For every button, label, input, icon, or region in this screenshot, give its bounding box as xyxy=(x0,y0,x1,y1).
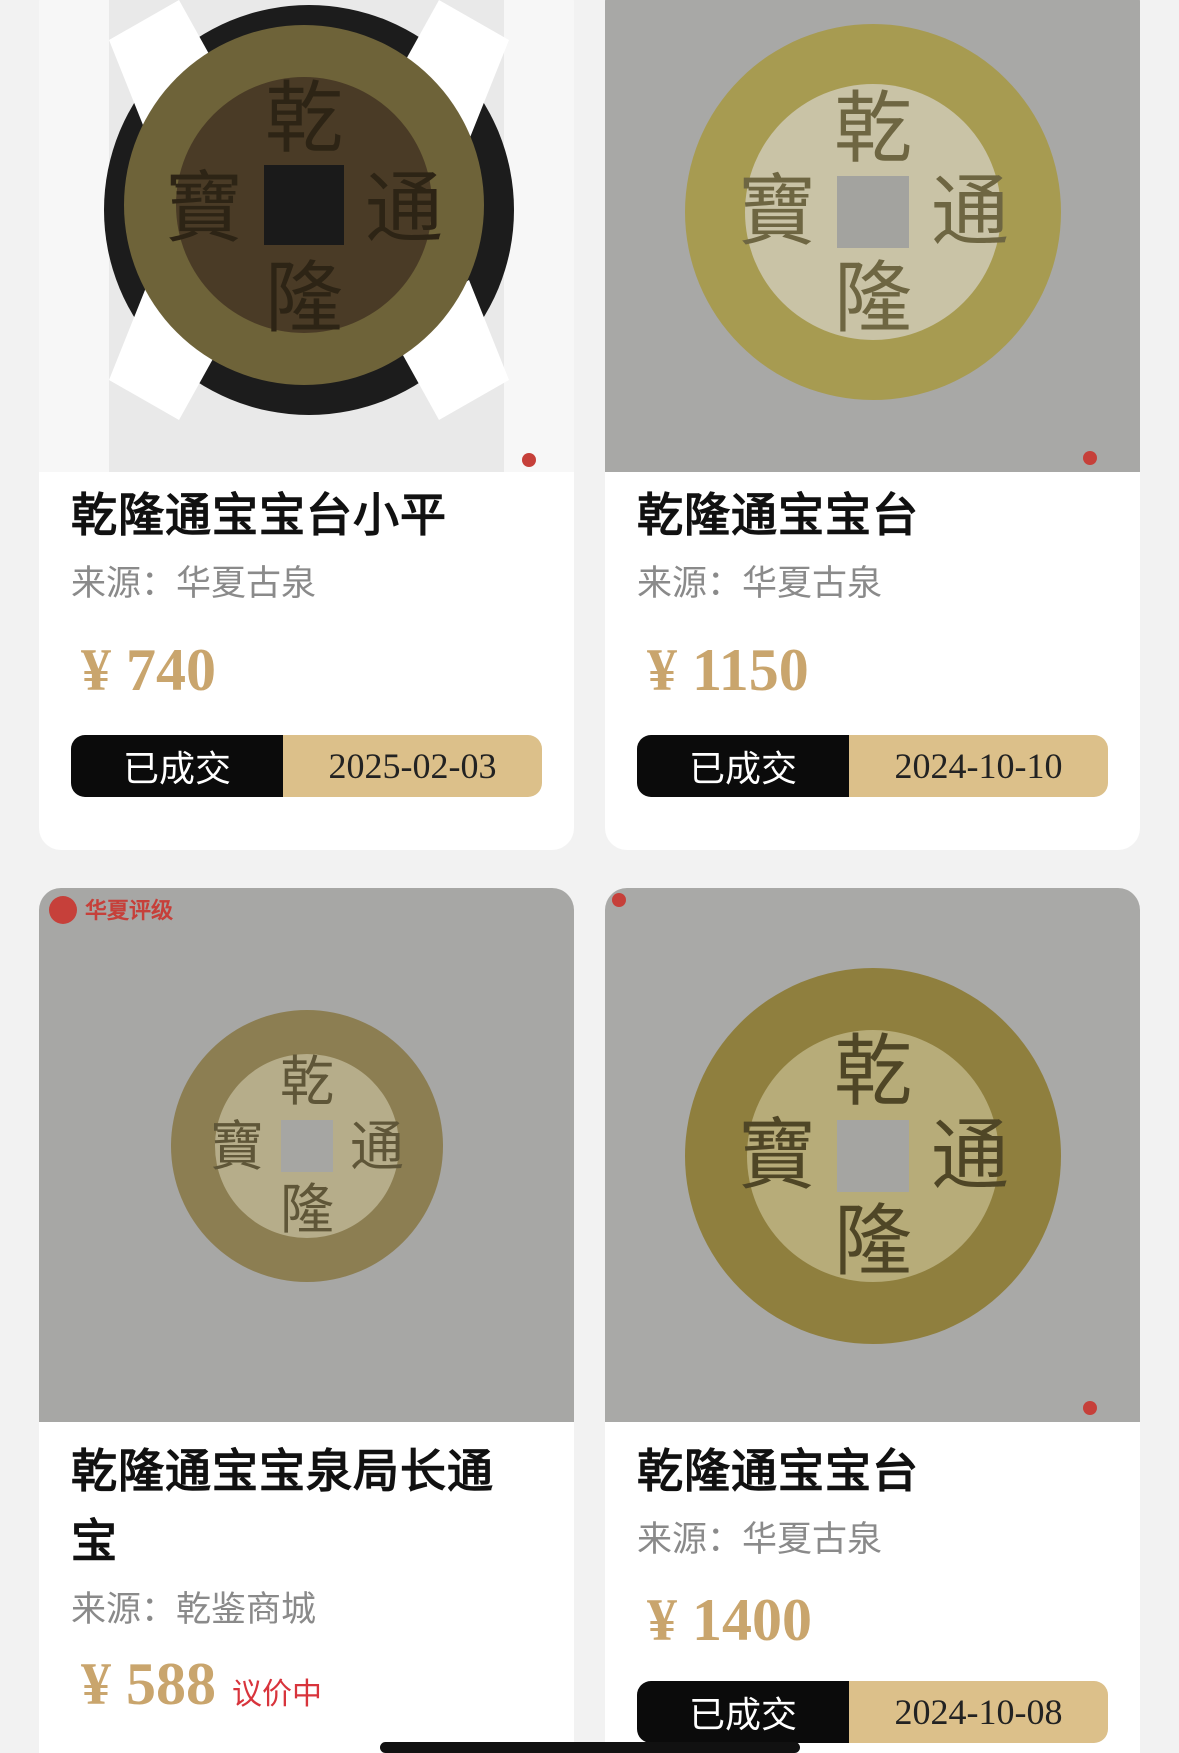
sold-date: 2025-02-03 xyxy=(283,735,542,797)
sold-date: 2024-10-10 xyxy=(849,735,1108,797)
watermark-logo xyxy=(49,896,77,924)
coin-character: 寶 xyxy=(210,1115,264,1178)
listing-source: 来源：华夏古泉 xyxy=(637,1520,883,1560)
coin-photo: 乾 隆 通 寶 xyxy=(39,0,574,472)
listing-title: 乾隆通宝宝泉局长通宝 xyxy=(71,1444,494,1568)
coin-photo: 乾 隆 通 寶 xyxy=(605,0,1140,472)
status-bar: 已成交 2025-02-03 xyxy=(71,735,542,797)
coin-photo: 乾 隆 通 寶 华夏评级 xyxy=(39,888,574,1422)
watermark-logo xyxy=(612,893,626,907)
coin-character: 乾 xyxy=(834,84,912,174)
coin-character: 寶 xyxy=(165,164,243,254)
watermark-logo xyxy=(522,453,536,467)
coin-character: 隆 xyxy=(265,254,343,344)
coin-character: 寶 xyxy=(738,167,816,257)
status-bar: 已成交 2024-10-08 xyxy=(637,1681,1108,1743)
status-bar: 已成交 2024-10-10 xyxy=(637,735,1108,797)
coin-character: 隆 xyxy=(834,1197,912,1287)
listing-title: 乾隆通宝宝台 xyxy=(637,488,919,542)
watermark-text: 华夏评级 xyxy=(85,898,173,924)
listing-source: 来源：乾鉴商城 xyxy=(71,1590,317,1630)
sold-date: 2024-10-08 xyxy=(849,1681,1108,1743)
sold-badge: 已成交 xyxy=(637,735,849,797)
coin-character: 通 xyxy=(931,167,1009,257)
watermark-logo xyxy=(1083,451,1097,465)
coin-character: 通 xyxy=(365,164,443,254)
listing-card[interactable]: 乾 隆 通 寶 华夏评级 乾隆通宝宝泉局长通宝 来源：乾鉴商城 ¥ 588 议价… xyxy=(39,888,574,1753)
sold-badge: 已成交 xyxy=(71,735,283,797)
home-indicator[interactable] xyxy=(380,1742,800,1753)
listing-price: ¥ 740 xyxy=(81,637,216,703)
coin-character: 乾 xyxy=(834,1027,912,1117)
coin-character: 寶 xyxy=(738,1111,816,1201)
coin-character: 隆 xyxy=(280,1178,334,1241)
listing-source: 来源：华夏古泉 xyxy=(637,564,883,604)
listing-card[interactable]: 乾 隆 通 寶 乾隆通宝宝台小平 来源：华夏古泉 ¥ 740 已成交 2025-… xyxy=(39,0,574,850)
coin-character: 隆 xyxy=(834,254,912,344)
listing-card[interactable]: 乾 隆 通 寶 乾隆通宝宝台 来源：华夏古泉 ¥ 1150 已成交 2024-1… xyxy=(605,0,1140,850)
listing-price: ¥ 1150 xyxy=(647,637,809,703)
coin-character: 通 xyxy=(931,1111,1009,1201)
listing-card[interactable]: 乾 隆 通 寶 乾隆通宝宝台 来源：华夏古泉 ¥ 1400 已成交 2024-1… xyxy=(605,888,1140,1753)
listing-price: ¥ 588 xyxy=(81,1651,216,1717)
sold-badge: 已成交 xyxy=(637,1681,849,1743)
coin-character: 乾 xyxy=(265,74,343,164)
listing-title: 乾隆通宝宝台小平 xyxy=(71,488,447,542)
listing-price: ¥ 1400 xyxy=(647,1587,812,1653)
watermark-logo xyxy=(1083,1401,1097,1415)
negotiating-tag: 议价中 xyxy=(232,1677,322,1712)
listing-title: 乾隆通宝宝台 xyxy=(637,1444,919,1498)
listing-grid: 乾 隆 通 寶 乾隆通宝宝台小平 来源：华夏古泉 ¥ 740 已成交 2025-… xyxy=(0,0,1179,1753)
coin-character: 通 xyxy=(350,1115,404,1178)
coin-photo: 乾 隆 通 寶 xyxy=(605,888,1140,1422)
coin-character: 乾 xyxy=(280,1050,334,1113)
listing-source: 来源：华夏古泉 xyxy=(71,564,317,604)
